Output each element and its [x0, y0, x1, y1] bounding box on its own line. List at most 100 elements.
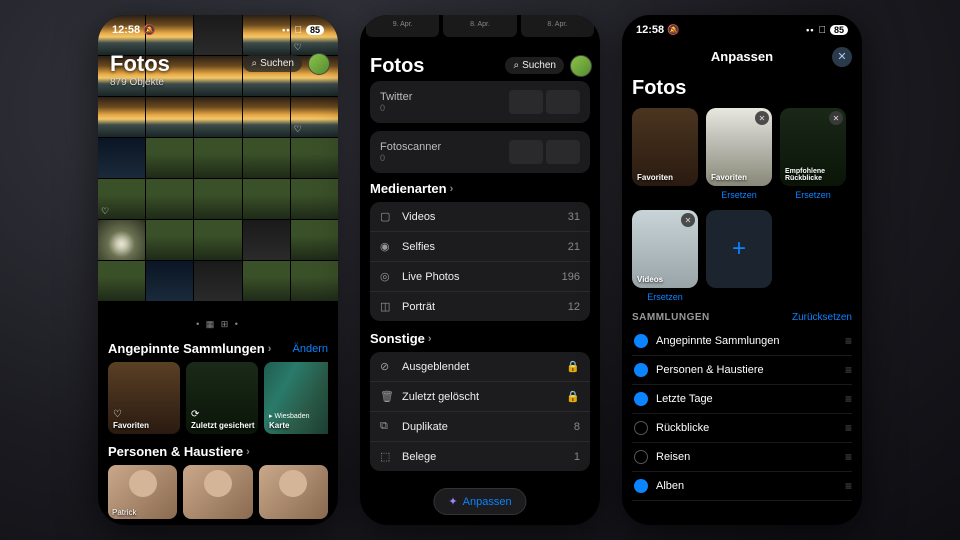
media-types-header[interactable]: Medienarten›	[370, 181, 590, 196]
toggle-off-icon[interactable]	[634, 421, 648, 435]
profile-avatar[interactable]	[308, 53, 330, 75]
drag-handle-icon[interactable]: ≡	[845, 392, 850, 406]
livephoto-icon: ◎	[380, 270, 396, 283]
collection-favorites[interactable]: ♡Favoriten	[108, 362, 180, 434]
edit-button[interactable]: Ändern	[293, 343, 328, 355]
heart-icon: ♡	[101, 206, 109, 217]
portrait-icon: ◫	[380, 300, 396, 313]
silent-icon: 🔕	[143, 25, 155, 36]
top-date-peek: 9. Apr.8. Apr.8. Apr.	[360, 15, 600, 37]
wifi-icon: 􀙇	[294, 25, 302, 36]
person-card[interactable]	[183, 465, 252, 519]
people-row[interactable]: Patrick	[108, 465, 328, 519]
list-item[interactable]: Reisen≡	[632, 443, 852, 472]
person-card[interactable]	[259, 465, 328, 519]
remove-icon[interactable]: ✕	[829, 111, 843, 125]
close-button[interactable]: ✕	[832, 47, 852, 67]
add-tile-button[interactable]: +	[706, 210, 772, 288]
selfie-icon: ◉	[380, 240, 396, 253]
pinned-collections-header[interactable]: Angepinnte Sammlungen›	[108, 341, 271, 356]
replace-button[interactable]: Ersetzen	[706, 190, 772, 200]
collections-reorder-list: Angepinnte Sammlungen≡ Personen & Hausti…	[632, 327, 852, 501]
drag-handle-icon[interactable]: ≡	[845, 363, 850, 377]
plus-icon: +	[732, 235, 746, 263]
battery-indicator: 85	[830, 25, 848, 35]
page-title: Fotos	[110, 51, 170, 77]
close-icon: ✕	[837, 50, 846, 63]
list-item[interactable]: ⧉Duplikate8	[370, 412, 590, 442]
list-item[interactable]: Angepinnte Sammlungen≡	[632, 327, 852, 356]
drag-handle-icon[interactable]: ≡	[845, 421, 850, 435]
collections-header: SAMMLUNGEN	[632, 312, 710, 323]
profile-avatar[interactable]	[570, 55, 592, 77]
media-types-list: ▢Videos31 ◉Selfies21 ◎Live Photos196 ◫Po…	[370, 202, 590, 321]
wifi-icon: 􀙇	[818, 25, 826, 36]
list-item[interactable]: 🗑Zuletzt gelöscht🔒	[370, 382, 590, 412]
status-bar: 12:58 🔕 􀙇 85	[98, 15, 338, 45]
list-item[interactable]: ⬚Belege1	[370, 442, 590, 471]
shared-album-card[interactable]: Twitter0	[370, 81, 590, 123]
phone-customize-sheet: 12:58 🔕 􀙇 85 Anpassen ✕ Fotos Favoriten …	[622, 15, 862, 525]
battery-indicator: 85	[306, 25, 324, 35]
list-item[interactable]: Alben≡	[632, 472, 852, 501]
status-time: 12:58 🔕	[112, 24, 156, 36]
view-pager[interactable]: • ▦ ⊞ •	[98, 319, 338, 330]
sheet-title: Anpassen	[711, 49, 773, 64]
status-bar: 12:58 🔕 􀙇 85	[622, 15, 862, 45]
list-item[interactable]: ◫Porträt12	[370, 292, 590, 321]
reset-button[interactable]: Zurücksetzen	[792, 312, 852, 323]
object-count: 879 Objekte	[110, 77, 170, 88]
customize-button[interactable]: ✦Anpassen	[433, 488, 526, 515]
receipt-icon: ⬚	[380, 450, 396, 463]
toggle-off-icon[interactable]	[634, 450, 648, 464]
signal-icon	[806, 24, 814, 36]
drag-handle-icon[interactable]: ≡	[845, 450, 850, 464]
list-item[interactable]: Rückblicke≡	[632, 414, 852, 443]
list-item[interactable]: ⊘Ausgeblendet🔒	[370, 352, 590, 382]
shared-album-card[interactable]: Fotoscanner0	[370, 131, 590, 173]
other-header[interactable]: Sonstige›	[370, 331, 590, 346]
replace-button[interactable]: Ersetzen	[780, 190, 846, 200]
collection-map[interactable]: ▸ WiesbadenKarte	[264, 362, 328, 434]
phone-photos-mediatypes: 9. Apr.8. Apr.8. Apr. Fotos ⌕Suchen Twit…	[360, 15, 600, 525]
toggle-on-icon[interactable]	[634, 334, 648, 348]
list-item[interactable]: ▢Videos31	[370, 202, 590, 232]
tile-favorites[interactable]: Favoriten	[632, 108, 698, 186]
heart-icon: ♡	[113, 409, 122, 420]
people-pets-header[interactable]: Personen & Haustiere›	[108, 444, 250, 459]
pinned-collections-row[interactable]: ♡Favoriten ⟳Zuletzt gesichert ▸ Wiesbade…	[108, 362, 328, 434]
tile-recommended[interactable]: ✕Empfohlene Rückblicke	[780, 108, 846, 186]
toggle-on-icon[interactable]	[634, 392, 648, 406]
video-icon: ▢	[380, 210, 396, 223]
duplicate-icon: ⧉	[380, 420, 396, 433]
replace-button[interactable]: Ersetzen	[632, 292, 698, 302]
trash-icon: 🗑	[380, 390, 396, 403]
map-pin-icon: ▸ Wiesbaden	[269, 412, 310, 420]
drag-handle-icon[interactable]: ≡	[845, 334, 850, 348]
list-item[interactable]: ◎Live Photos196	[370, 262, 590, 292]
drag-handle-icon[interactable]: ≡	[845, 479, 850, 493]
heart-icon: ♡	[294, 124, 302, 135]
silent-icon: 🔕	[667, 25, 679, 36]
sparkle-icon: ✦	[448, 495, 457, 508]
signal-icon	[282, 24, 290, 36]
clock-icon: ⟳	[191, 409, 199, 420]
search-icon: ⌕	[251, 58, 257, 69]
remove-icon[interactable]: ✕	[755, 111, 769, 125]
search-button[interactable]: ⌕Suchen	[505, 57, 564, 74]
collection-recent[interactable]: ⟳Zuletzt gesichert	[186, 362, 258, 434]
chevron-right-icon: ›	[268, 343, 272, 355]
list-item[interactable]: Letzte Tage≡	[632, 385, 852, 414]
tile-videos[interactable]: ✕Videos	[632, 210, 698, 288]
toggle-on-icon[interactable]	[634, 479, 648, 493]
toggle-on-icon[interactable]	[634, 363, 648, 377]
list-item[interactable]: ◉Selfies21	[370, 232, 590, 262]
section-title: Fotos	[632, 77, 852, 100]
hidden-icon: ⊘	[380, 360, 396, 373]
tile-memories[interactable]: ✕Favoriten	[706, 108, 772, 186]
chevron-right-icon: ›	[428, 333, 432, 345]
list-item[interactable]: Personen & Haustiere≡	[632, 356, 852, 385]
person-card[interactable]: Patrick	[108, 465, 177, 519]
remove-icon[interactable]: ✕	[681, 213, 695, 227]
search-button[interactable]: ⌕Suchen	[243, 55, 302, 72]
